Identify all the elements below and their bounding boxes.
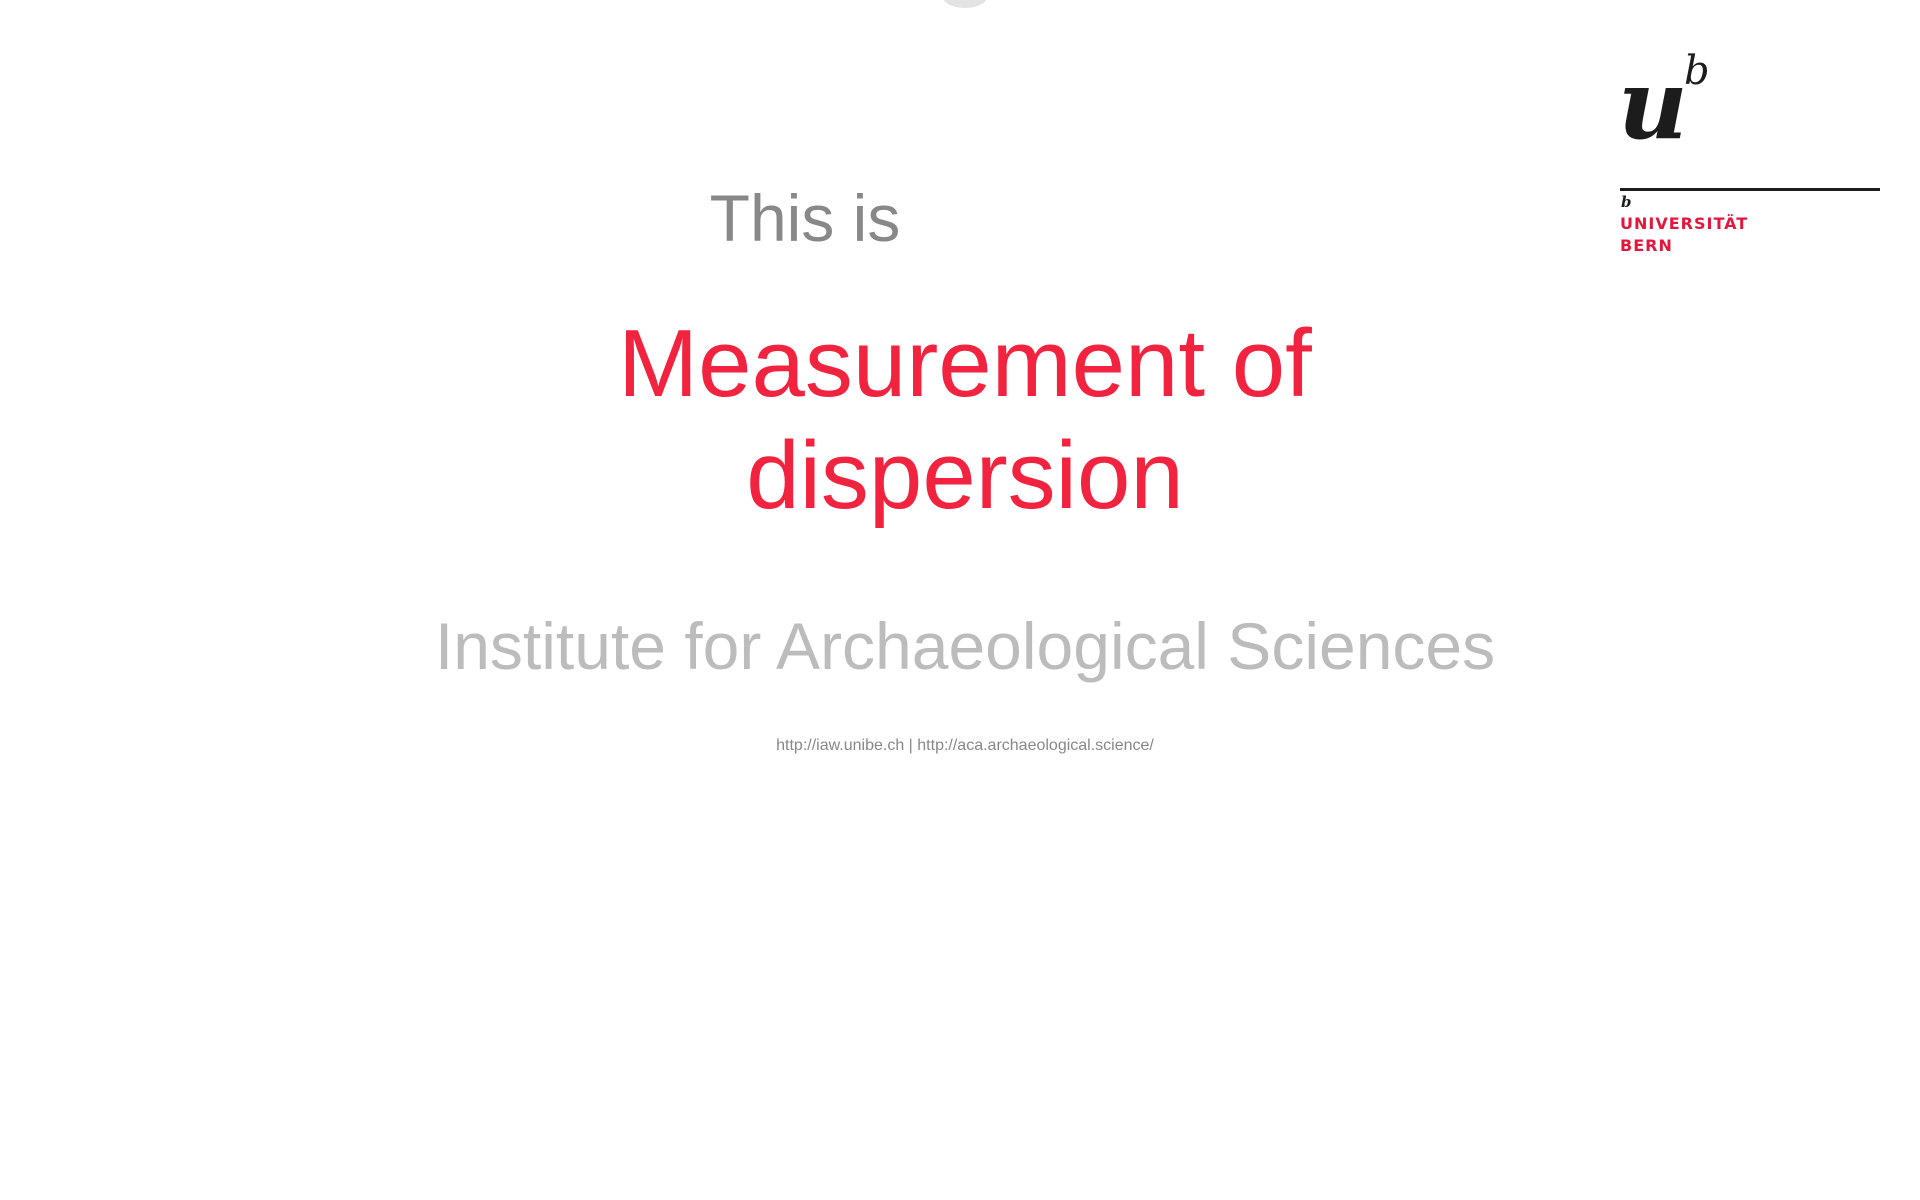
university-logo: u b b UNIVERSITÄT BERN — [1620, 48, 1882, 263]
intro-text: This is — [709, 181, 901, 255]
ub-monogram-icon: u b — [1620, 48, 1710, 148]
slide: u b b UNIVERSITÄT BERN This is Measureme… — [0, 0, 1920, 1200]
slide-title: Measurement of dispersion — [0, 308, 1920, 532]
logo-bern-text: BERN — [1620, 236, 1673, 255]
title-line-1: Measurement of — [618, 310, 1312, 417]
title-line-2: dispersion — [746, 422, 1184, 529]
logo-university-text: UNIVERSITÄT — [1620, 214, 1749, 233]
top-handle[interactable] — [943, 0, 987, 8]
svg-text:b: b — [1684, 48, 1710, 94]
svg-text:u: u — [1620, 48, 1688, 148]
logo-rule — [1620, 188, 1880, 191]
institute-urls: http://iaw.unibe.ch | http://aca.archaeo… — [776, 737, 1154, 754]
institute-name: Institute for Archaeological Sciences — [434, 609, 1496, 683]
logo-small-b: b — [1621, 193, 1632, 211]
